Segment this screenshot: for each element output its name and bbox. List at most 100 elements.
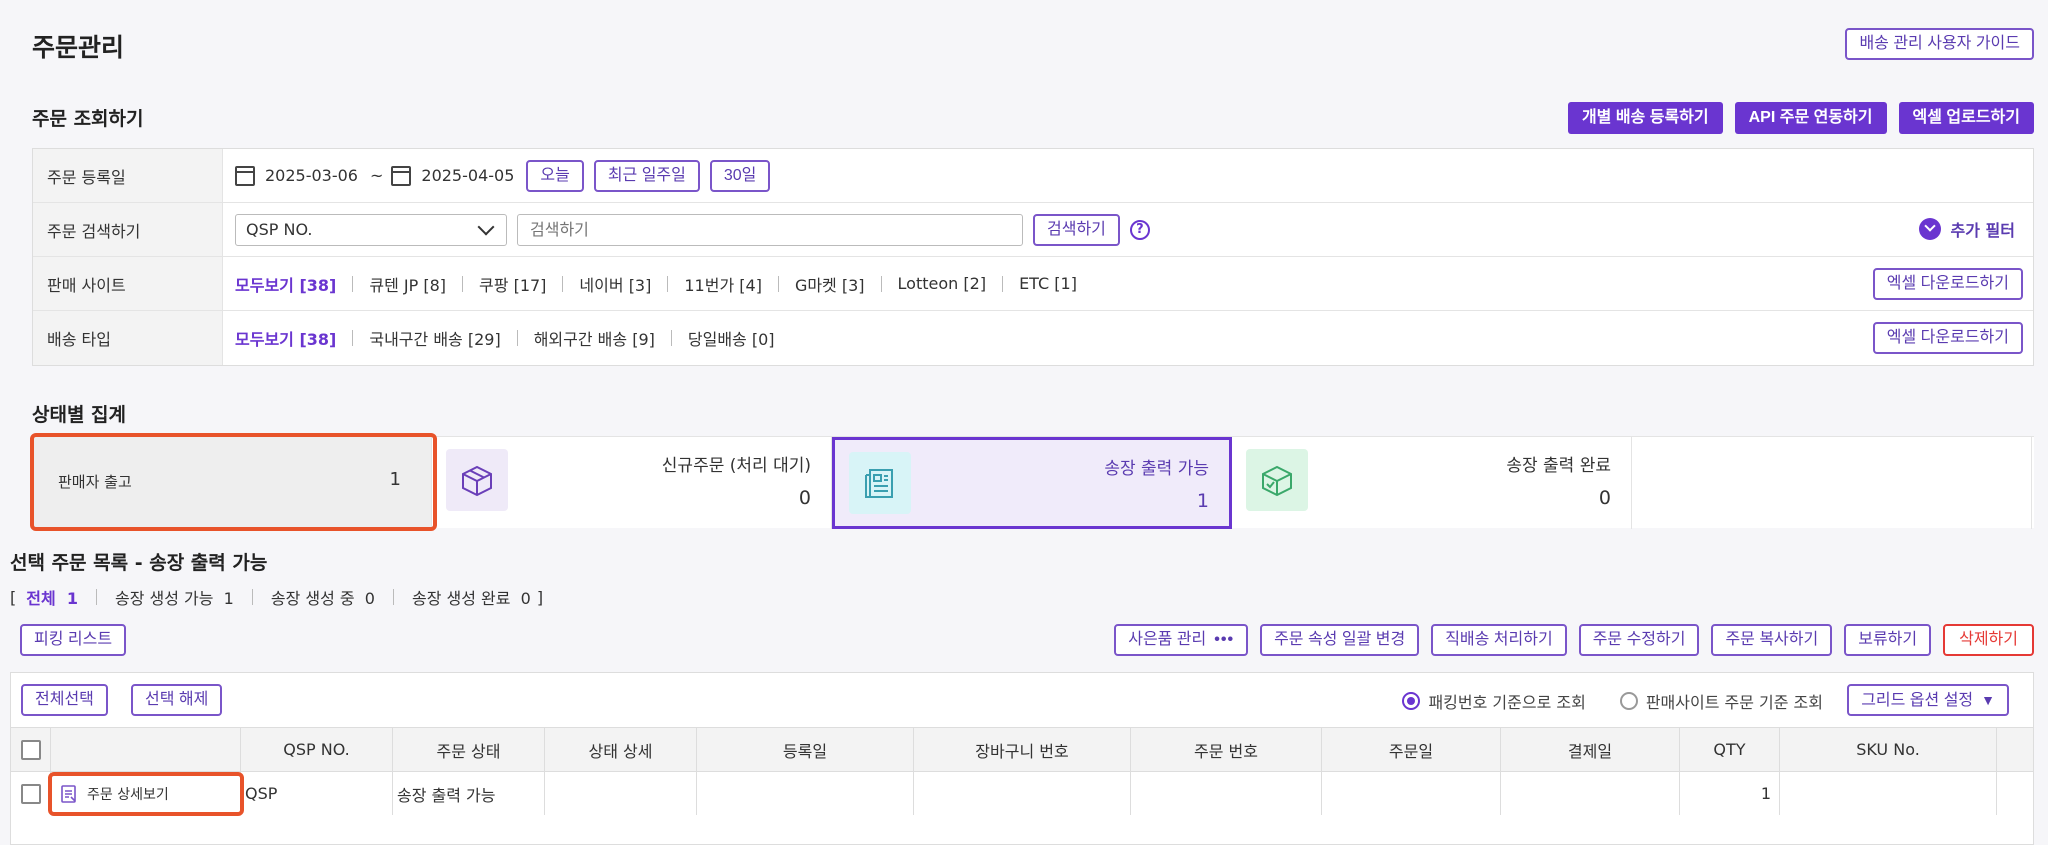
excel-upload-button[interactable]: 엑셀 업로드하기 <box>1898 102 2034 134</box>
calendar-icon[interactable] <box>391 165 412 186</box>
ship-filter-all[interactable]: 모두보기 [38] <box>235 326 336 350</box>
edit-order-button[interactable]: 주문 수정하기 <box>1578 624 1700 656</box>
filter-row-keyword: 주문 검색하기 QSP NO. 검색하기 ? 추가 필터 <box>33 203 2033 257</box>
api-link-button[interactable]: API 주문 연동하기 <box>1734 102 1887 134</box>
divider <box>670 330 672 346</box>
guide-button[interactable]: 배송 관리 사용자 가이드 <box>1845 28 2034 60</box>
register-shipment-button[interactable]: 개별 배송 등록하기 <box>1567 102 1723 134</box>
select-all-button[interactable]: 전체선택 <box>21 684 108 716</box>
site-filter-etc[interactable]: ETC [1] <box>1019 274 1077 293</box>
copy-order-button[interactable]: 주문 복사하기 <box>1711 624 1833 656</box>
search-input[interactable] <box>517 213 1023 246</box>
picking-list-button[interactable]: 피킹 리스트 <box>20 624 127 656</box>
radio-site[interactable] <box>1619 692 1638 710</box>
cell-payment-date <box>1501 772 1680 815</box>
tab-invoice-creating[interactable]: 송장 생성 중 0 <box>271 585 375 609</box>
radio-packing-label[interactable]: 패킹번호 기준으로 조회 <box>1428 689 1585 713</box>
keyword-type-select[interactable]: QSP NO. <box>235 213 507 246</box>
tab-all[interactable]: 전체 1 <box>26 585 78 609</box>
status-card-new-order[interactable]: 신규주문 (처리 대기) 0 <box>432 437 832 529</box>
date-to[interactable]: 2025-04-05 <box>421 166 514 185</box>
header-checkbox-cell <box>11 728 51 771</box>
date-label: 주문 등록일 <box>33 149 223 202</box>
list-actions: 사은품 관리 ••• 주문 속성 일괄 변경 직배송 처리하기 주문 수정하기 주… <box>1114 624 2034 656</box>
bulk-change-button[interactable]: 주문 속성 일괄 변경 <box>1260 624 1420 656</box>
radio-packing[interactable] <box>1402 692 1421 710</box>
date-separator: ~ <box>369 166 384 185</box>
header-sku-no[interactable]: SKU No. <box>1780 728 1997 771</box>
divider <box>1002 275 1004 292</box>
divider <box>667 275 669 292</box>
direct-ship-button[interactable]: 직배송 처리하기 <box>1431 624 1567 656</box>
row-checkbox[interactable] <box>20 783 41 804</box>
status-label: 송장 출력 완료 <box>1506 456 1611 476</box>
ship-type-label: 배송 타입 <box>33 311 223 365</box>
divider <box>352 330 354 346</box>
divider <box>392 589 394 605</box>
site-filter-lotteon[interactable]: Lotteon [2] <box>898 274 987 293</box>
header-payment-date[interactable]: 결제일 <box>1501 728 1680 771</box>
status-count: 0 <box>1598 487 1611 509</box>
site-filter-coupang[interactable]: 쿠팡 [17] <box>479 272 546 296</box>
search-button[interactable]: 검색하기 <box>1033 213 1120 246</box>
status-card-invoice-done[interactable]: 송장 출력 완료 0 <box>1232 437 1632 529</box>
date-from[interactable]: 2025-03-06 <box>265 166 358 185</box>
top-actions: 개별 배송 등록하기 API 주문 연동하기 엑셀 업로드하기 <box>1567 102 2034 134</box>
divider <box>352 275 354 292</box>
calendar-icon[interactable] <box>235 165 255 186</box>
deselect-button[interactable]: 선택 해제 <box>131 684 223 716</box>
range-30days-button[interactable]: 30일 <box>709 159 771 192</box>
cell-qty: 1 <box>1680 772 1780 815</box>
box-check-icon <box>1246 449 1308 511</box>
site-filter-qoo10[interactable]: 큐텐 JP [8] <box>369 272 446 296</box>
tab-invoice-creatable[interactable]: 송장 생성 가능 1 <box>115 585 234 609</box>
range-today-button[interactable]: 오늘 <box>526 159 584 192</box>
delete-button[interactable]: 삭제하기 <box>1943 624 2034 656</box>
radio-site-label[interactable]: 판매사이트 주문 기준 조회 <box>1646 689 1823 713</box>
site-filter-all[interactable]: 모두보기 [38] <box>235 272 336 296</box>
ship-excel-download-button[interactable]: 엑셀 다운로드하기 <box>1872 322 2023 354</box>
ship-filter-domestic[interactable]: 국내구간 배송 [29] <box>369 326 500 350</box>
filter-row-date: 주문 등록일 2025-03-06 ~ 2025-04-05 오늘 최근 일주일… <box>33 149 2033 203</box>
view-mode-radio-group: 패킹번호 기준으로 조회 판매사이트 주문 기준 조회 <box>1402 689 1823 713</box>
ship-filter-overseas[interactable]: 해외구간 배송 [9] <box>534 326 655 350</box>
site-filter-naver[interactable]: 네이버 [3] <box>579 272 651 296</box>
range-week-button[interactable]: 최근 일주일 <box>593 159 700 192</box>
highlight-box <box>48 772 244 816</box>
header-order-status[interactable]: 주문 상태 <box>393 728 545 771</box>
tab-invoice-created[interactable]: 송장 생성 완료 0 <box>412 585 531 609</box>
keyword-type-value: QSP NO. <box>246 220 313 239</box>
divider <box>880 275 882 292</box>
ship-filter-sameday[interactable]: 당일배송 [0] <box>688 326 775 350</box>
grid-header: QSP NO. 주문 상태 상태 상세 등록일 장바구니 번호 주문 번호 주문… <box>11 727 2033 771</box>
status-card-invoice-ready[interactable]: 송장 출력 가능 1 <box>832 437 1232 529</box>
row-checkbox-cell <box>11 772 51 815</box>
header-order-date[interactable]: 주문일 <box>1322 728 1501 771</box>
cell-registered-date <box>697 772 914 815</box>
hold-button[interactable]: 보류하기 <box>1844 624 1932 656</box>
header-qsp-no[interactable]: QSP NO. <box>241 728 393 771</box>
header-registered-date[interactable]: 등록일 <box>697 728 914 771</box>
site-excel-download-button[interactable]: 엑셀 다운로드하기 <box>1872 268 2023 300</box>
header-cart-no[interactable]: 장바구니 번호 <box>914 728 1131 771</box>
site-filter-11st[interactable]: 11번가 [4] <box>684 272 762 296</box>
bracket-open: [ <box>10 587 17 607</box>
header-status-detail[interactable]: 상태 상세 <box>545 728 697 771</box>
more-filter-toggle[interactable]: 추가 필터 <box>1918 217 2015 241</box>
filter-row-site: 판매 사이트 모두보기 [38] 큐텐 JP [8] 쿠팡 [17] 네이버 [… <box>33 257 2033 311</box>
grid-options-button[interactable]: 그리드 옵션 설정 ▼ <box>1847 684 2009 716</box>
header-detail <box>51 728 241 771</box>
table-row: 주문 상세보기 QSP 송장 출력 가능 1 <box>11 771 2033 815</box>
help-icon[interactable]: ? <box>1129 219 1150 240</box>
gift-management-button[interactable]: 사은품 관리 ••• <box>1114 624 1249 656</box>
header-qty[interactable]: QTY <box>1680 728 1780 771</box>
status-card-empty <box>1632 437 2032 529</box>
filter-row-ship-type: 배송 타입 모두보기 [38] 국내구간 배송 [29] 해외구간 배송 [9]… <box>33 311 2033 365</box>
header-checkbox[interactable] <box>20 739 41 760</box>
site-filter-gmarket[interactable]: G마켓 [3] <box>795 272 865 296</box>
header-order-no[interactable]: 주문 번호 <box>1131 728 1322 771</box>
cell-order-status: 송장 출력 가능 <box>393 772 545 815</box>
divider <box>95 589 97 605</box>
search-filter-table: 주문 등록일 2025-03-06 ~ 2025-04-05 오늘 최근 일주일… <box>32 148 2034 366</box>
chevron-down-icon <box>477 218 495 235</box>
